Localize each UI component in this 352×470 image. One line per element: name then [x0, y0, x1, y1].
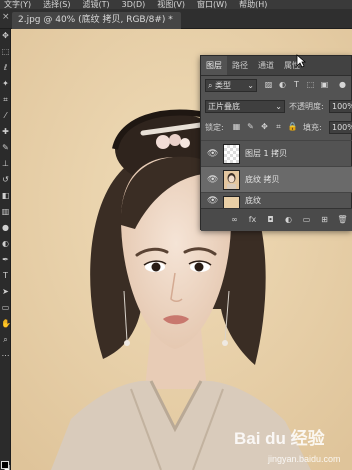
more-tools-icon[interactable]: ⋯ — [1, 351, 10, 360]
lasso-tool-icon[interactable]: ℓ — [1, 63, 10, 72]
chevron-down-icon: ⌄ — [275, 102, 282, 111]
new-layer-icon[interactable]: ⊞ — [319, 214, 330, 226]
shape-tool-icon[interactable]: ▭ — [1, 303, 10, 312]
layer-thumbnail — [223, 170, 240, 190]
layer-thumbnail — [223, 144, 240, 164]
portrait-thumbnail-icon — [227, 173, 236, 189]
hand-tool-icon[interactable]: ✋ — [1, 319, 11, 328]
dodge-tool-icon[interactable]: ◐ — [1, 239, 10, 248]
menu-select[interactable]: 选择(S) — [43, 0, 70, 9]
photoshop-window: 文字(Y) 选择(S) 滤镜(T) 3D(D) 视图(V) 窗口(W) 帮助(H) × 2.… — [0, 0, 352, 470]
layers-panel: 图层 路径 通道 属性 ⌕ 类型 ⌄ ▨ ◐ T ⬚ ▣ ● 正片叠底 ⌄ 不透明度: 1… — [200, 55, 352, 231]
path-selection-tool-icon[interactable]: ➤ — [1, 287, 10, 296]
filter-smart-object-icon[interactable]: ▣ — [319, 79, 330, 91]
menu-filter[interactable]: 滤镜(T) — [82, 0, 109, 9]
document-tab-bar: × 2.jpg @ 40% (底纹 拷贝, RGB/8#) * — [0, 9, 352, 29]
tab-layers[interactable]: 图层 — [201, 56, 227, 75]
menu-type[interactable]: 文字(Y) — [4, 0, 31, 9]
menu-bar: 文字(Y) 选择(S) 滤镜(T) 3D(D) 视图(V) 窗口(W) 帮助(H) — [0, 0, 352, 9]
tab-channels[interactable]: 通道 — [253, 56, 279, 75]
magic-wand-tool-icon[interactable]: ✦ — [1, 79, 10, 88]
fill-label: 填充: — [303, 123, 322, 132]
layer-item-selected[interactable]: 👁 底纹 拷贝 — [201, 166, 352, 192]
menu-view[interactable]: 视图(V) — [157, 0, 185, 9]
move-tool-icon[interactable]: ✥ — [1, 31, 10, 40]
layer-name[interactable]: 底纹 拷贝 — [245, 167, 280, 193]
opacity-field[interactable]: 100% — [329, 100, 352, 113]
fill-field[interactable]: 100% — [329, 121, 352, 134]
menu-help[interactable]: 帮助(H) — [239, 0, 267, 9]
lock-transparent-pixels-icon[interactable]: ▦ — [231, 121, 242, 133]
lock-image-pixels-icon[interactable]: ✎ — [245, 121, 256, 133]
pen-tool-icon[interactable]: ✒ — [1, 255, 10, 264]
type-tool-icon[interactable]: T — [1, 271, 10, 280]
delete-layer-icon[interactable]: 🗑 — [337, 214, 348, 226]
layer-item[interactable]: 👁 图层 1 拷贝 — [201, 140, 352, 166]
filter-type-icon[interactable]: T — [291, 79, 302, 91]
tab-paths[interactable]: 路径 — [227, 56, 253, 75]
lock-row: 锁定: ▦ ✎ ✥ ⌗ 🔒 填充: 100% — [201, 118, 352, 136]
gradient-tool-icon[interactable]: ▥ — [1, 207, 10, 216]
new-group-icon[interactable]: ▭ — [301, 214, 312, 226]
eye-icon[interactable]: 👁 — [207, 195, 219, 207]
filter-adjustment-icon[interactable]: ◐ — [277, 79, 288, 91]
layer-filter-row: ⌕ 类型 ⌄ ▨ ◐ T ⬚ ▣ ● — [201, 76, 352, 94]
add-mask-icon[interactable]: ◘ — [265, 214, 276, 226]
clone-stamp-tool-icon[interactable]: ⊥ — [1, 159, 10, 168]
layer-filter-kind: 类型 — [215, 81, 232, 90]
foreground-color-swatch[interactable] — [1, 461, 9, 469]
layer-name[interactable]: 图层 1 拷贝 — [245, 141, 287, 167]
filter-shape-icon[interactable]: ⬚ — [305, 79, 316, 91]
marquee-tool-icon[interactable]: ⬚ — [1, 47, 10, 56]
watermark-brand: Bai du 经验 — [234, 428, 326, 448]
crop-tool-icon[interactable]: ⌗ — [1, 95, 10, 104]
lock-label: 锁定: — [205, 123, 224, 132]
filter-toggle-icon[interactable]: ● — [337, 79, 348, 91]
menu-window[interactable]: 窗口(W) — [197, 0, 227, 9]
baidu-logo-icon: Bai du 经验 jingyan.baidu.com — [234, 428, 341, 464]
layers-panel-footer: ∞ fx ◘ ◐ ▭ ⊞ 🗑 — [201, 208, 352, 231]
history-brush-tool-icon[interactable]: ↺ — [1, 175, 10, 184]
document-tab[interactable]: 2.jpg @ 40% (底纹 拷贝, RGB/8#) * — [12, 12, 181, 29]
layer-item[interactable]: 👁 底纹 — [201, 192, 352, 209]
lock-all-icon[interactable]: 🔒 — [287, 121, 298, 133]
eye-icon[interactable]: 👁 — [207, 174, 219, 186]
adjustment-layer-icon[interactable]: ◐ — [283, 214, 294, 226]
baidu-watermark: Bai du 经验 jingyan.baidu.com — [228, 420, 352, 468]
menu-3d[interactable]: 3D(D) — [122, 0, 146, 9]
watermark-url: jingyan.baidu.com — [267, 454, 341, 464]
filter-pixel-icon[interactable]: ▨ — [263, 79, 274, 91]
layer-style-icon[interactable]: fx — [247, 214, 258, 226]
chevron-down-icon: ⌄ — [247, 81, 254, 90]
layer-name[interactable]: 底纹 — [245, 193, 261, 209]
layers-panel-tabs: 图层 路径 通道 属性 — [201, 56, 351, 76]
brush-tool-icon[interactable]: ✎ — [1, 143, 10, 152]
blend-mode-row: 正片叠底 ⌄ 不透明度: 100% — [201, 97, 352, 115]
zoom-tool-icon[interactable]: ⌕ — [1, 335, 10, 344]
lock-position-icon[interactable]: ✥ — [259, 121, 270, 133]
healing-brush-tool-icon[interactable]: ✚ — [1, 127, 10, 136]
eye-icon[interactable]: 👁 — [207, 148, 219, 160]
blend-mode-value: 正片叠底 — [208, 102, 240, 111]
eraser-tool-icon[interactable]: ◧ — [1, 191, 10, 200]
blend-mode-select[interactable]: 正片叠底 ⌄ — [205, 100, 285, 113]
blur-tool-icon[interactable]: ● — [1, 223, 10, 232]
lock-artboard-icon[interactable]: ⌗ — [273, 121, 284, 133]
link-layers-icon[interactable]: ∞ — [229, 214, 240, 226]
eyedropper-tool-icon[interactable]: ⁄ — [1, 111, 10, 120]
close-tab-icon[interactable]: × — [2, 12, 10, 22]
search-icon: ⌕ — [208, 81, 216, 90]
opacity-label: 不透明度: — [289, 102, 324, 111]
tools-panel: ✥ ⬚ ℓ ✦ ⌗ ⁄ ✚ ✎ ⊥ ↺ ◧ ▥ ● ◐ ✒ T ➤ ▭ ✋ ⌕ … — [0, 29, 11, 470]
layer-filter-select[interactable]: ⌕ 类型 ⌄ — [205, 79, 257, 92]
mouse-cursor-icon — [296, 54, 306, 68]
